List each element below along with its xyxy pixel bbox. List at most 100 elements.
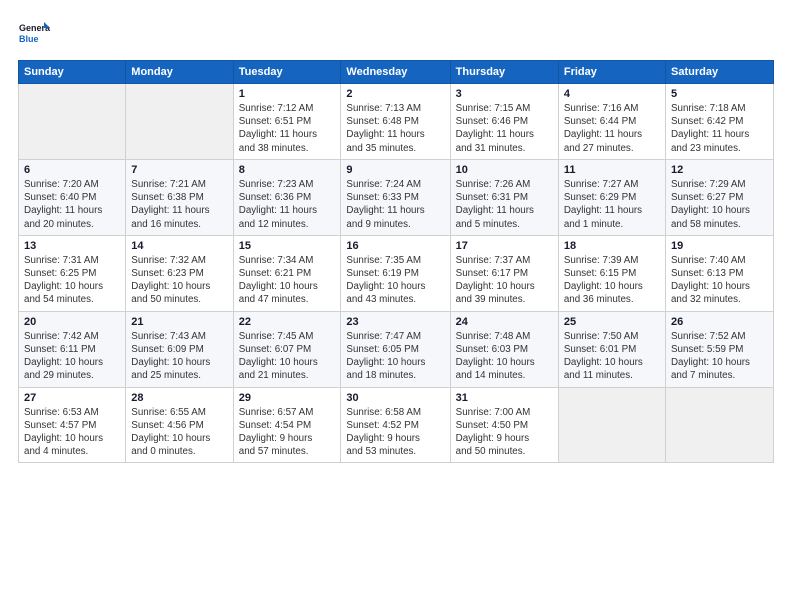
cell-3-6: 26 Sunrise: 7:52 AM Sunset: 5:59 PM Dayli… <box>665 311 773 387</box>
day-number: 7 <box>131 164 227 176</box>
day-number: 19 <box>671 240 768 252</box>
day-number: 24 <box>456 316 553 328</box>
week-row-4: 27Sunrise: 6:53 AM Sunset: 4:57 PM Dayli… <box>19 387 774 463</box>
day-number: 23 <box>346 316 444 328</box>
day-number: 26 <box>671 316 768 328</box>
col-saturday: Saturday <box>665 61 773 84</box>
cell-4-5 <box>558 387 665 463</box>
cell-content: Sunrise: 7:13 AM Sunset: 6:48 PM Dayligh… <box>346 102 444 155</box>
cell-4-4: 31Sunrise: 7:00 AM Sunset: 4:50 PM Dayli… <box>450 387 558 463</box>
cell-2-4: 17 Sunrise: 7:37 AM Sunset: 6:17 PM Dayli… <box>450 235 558 311</box>
cell-3-0: 20 Sunrise: 7:42 AM Sunset: 6:11 PM Dayli… <box>19 311 126 387</box>
cell-1-5: 11 Sunrise: 7:27 AM Sunset: 6:29 PM Dayli… <box>558 159 665 235</box>
cell-content: Sunrise: 6:55 AM Sunset: 4:56 PM Dayligh… <box>131 406 227 459</box>
day-number: 1 <box>239 88 336 100</box>
col-thursday: Thursday <box>450 61 558 84</box>
day-number: 29 <box>239 392 336 404</box>
col-sunday: Sunday <box>19 61 126 84</box>
week-row-3: 20 Sunrise: 7:42 AM Sunset: 6:11 PM Dayli… <box>19 311 774 387</box>
cell-content: Sunrise: 7:52 AM Sunset: 5:59 PM Dayligh… <box>671 330 768 383</box>
calendar-table: Sunday Monday Tuesday Wednesday Thursday… <box>18 60 774 463</box>
cell-content: Sunrise: 7:39 AM Sunset: 6:15 PM Dayligh… <box>564 254 660 307</box>
cell-content: Sunrise: 7:47 AM Sunset: 6:05 PM Dayligh… <box>346 330 444 383</box>
cell-content: Sunrise: 6:53 AM Sunset: 4:57 PM Dayligh… <box>24 406 120 459</box>
day-number: 2 <box>346 88 444 100</box>
page-header: General Blue <box>18 18 774 50</box>
day-number: 10 <box>456 164 553 176</box>
cell-content: Sunrise: 6:58 AM Sunset: 4:52 PM Dayligh… <box>346 406 444 459</box>
col-monday: Monday <box>126 61 233 84</box>
day-number: 30 <box>346 392 444 404</box>
cell-4-1: 28 Sunrise: 6:55 AM Sunset: 4:56 PM Dayli… <box>126 387 233 463</box>
day-number: 6 <box>24 164 120 176</box>
day-number: 17 <box>456 240 553 252</box>
day-number: 11 <box>564 164 660 176</box>
cell-4-6 <box>665 387 773 463</box>
cell-0-6: 5 Sunrise: 7:18 AM Sunset: 6:42 PM Daylig… <box>665 84 773 160</box>
cell-2-5: 18 Sunrise: 7:39 AM Sunset: 6:15 PM Dayli… <box>558 235 665 311</box>
day-number: 12 <box>671 164 768 176</box>
cell-2-0: 13Sunrise: 7:31 AM Sunset: 6:25 PM Dayli… <box>19 235 126 311</box>
cell-3-4: 24 Sunrise: 7:48 AM Sunset: 6:03 PM Dayli… <box>450 311 558 387</box>
cell-content: Sunrise: 7:16 AM Sunset: 6:44 PM Dayligh… <box>564 102 660 155</box>
cell-content: Sunrise: 7:43 AM Sunset: 6:09 PM Dayligh… <box>131 330 227 383</box>
cell-content: Sunrise: 7:18 AM Sunset: 6:42 PM Dayligh… <box>671 102 768 155</box>
cell-4-3: 30 Sunrise: 6:58 AM Sunset: 4:52 PM Dayli… <box>341 387 450 463</box>
cell-content: Sunrise: 7:27 AM Sunset: 6:29 PM Dayligh… <box>564 178 660 231</box>
cell-content: Sunrise: 7:48 AM Sunset: 6:03 PM Dayligh… <box>456 330 553 383</box>
cell-content: Sunrise: 7:45 AM Sunset: 6:07 PM Dayligh… <box>239 330 336 383</box>
cell-0-3: 2 Sunrise: 7:13 AM Sunset: 6:48 PM Daylig… <box>341 84 450 160</box>
day-number: 25 <box>564 316 660 328</box>
cell-2-2: 15 Sunrise: 7:34 AM Sunset: 6:21 PM Dayli… <box>233 235 341 311</box>
cell-1-2: 8 Sunrise: 7:23 AM Sunset: 6:36 PM Daylig… <box>233 159 341 235</box>
cell-content: Sunrise: 7:34 AM Sunset: 6:21 PM Dayligh… <box>239 254 336 307</box>
week-row-2: 13Sunrise: 7:31 AM Sunset: 6:25 PM Dayli… <box>19 235 774 311</box>
cell-content: Sunrise: 7:00 AM Sunset: 4:50 PM Dayligh… <box>456 406 553 459</box>
cell-1-6: 12 Sunrise: 7:29 AM Sunset: 6:27 PM Dayli… <box>665 159 773 235</box>
col-friday: Friday <box>558 61 665 84</box>
day-number: 15 <box>239 240 336 252</box>
day-number: 16 <box>346 240 444 252</box>
cell-1-3: 9 Sunrise: 7:24 AM Sunset: 6:33 PM Daylig… <box>341 159 450 235</box>
day-number: 8 <box>239 164 336 176</box>
cell-content: Sunrise: 7:42 AM Sunset: 6:11 PM Dayligh… <box>24 330 120 383</box>
col-wednesday: Wednesday <box>341 61 450 84</box>
day-number: 28 <box>131 392 227 404</box>
day-number: 18 <box>564 240 660 252</box>
cell-4-2: 29 Sunrise: 6:57 AM Sunset: 4:54 PM Dayli… <box>233 387 341 463</box>
day-number: 21 <box>131 316 227 328</box>
cell-content: Sunrise: 6:57 AM Sunset: 4:54 PM Dayligh… <box>239 406 336 459</box>
week-row-1: 6 Sunrise: 7:20 AM Sunset: 6:40 PM Daylig… <box>19 159 774 235</box>
cell-2-6: 19Sunrise: 7:40 AM Sunset: 6:13 PM Dayli… <box>665 235 773 311</box>
cell-1-1: 7Sunrise: 7:21 AM Sunset: 6:38 PM Daylig… <box>126 159 233 235</box>
week-row-0: 1 Sunrise: 7:12 AM Sunset: 6:51 PM Daylig… <box>19 84 774 160</box>
day-number: 20 <box>24 316 120 328</box>
cell-content: Sunrise: 7:35 AM Sunset: 6:19 PM Dayligh… <box>346 254 444 307</box>
day-number: 5 <box>671 88 768 100</box>
cell-1-0: 6 Sunrise: 7:20 AM Sunset: 6:40 PM Daylig… <box>19 159 126 235</box>
col-tuesday: Tuesday <box>233 61 341 84</box>
svg-text:Blue: Blue <box>19 34 39 44</box>
cell-2-3: 16 Sunrise: 7:35 AM Sunset: 6:19 PM Dayli… <box>341 235 450 311</box>
header-row: Sunday Monday Tuesday Wednesday Thursday… <box>19 61 774 84</box>
day-number: 9 <box>346 164 444 176</box>
logo: General Blue <box>18 18 50 50</box>
cell-4-0: 27Sunrise: 6:53 AM Sunset: 4:57 PM Dayli… <box>19 387 126 463</box>
cell-2-1: 14 Sunrise: 7:32 AM Sunset: 6:23 PM Dayli… <box>126 235 233 311</box>
day-number: 14 <box>131 240 227 252</box>
cell-content: Sunrise: 7:26 AM Sunset: 6:31 PM Dayligh… <box>456 178 553 231</box>
cell-3-2: 22Sunrise: 7:45 AM Sunset: 6:07 PM Dayli… <box>233 311 341 387</box>
cell-content: Sunrise: 7:20 AM Sunset: 6:40 PM Dayligh… <box>24 178 120 231</box>
cell-content: Sunrise: 7:12 AM Sunset: 6:51 PM Dayligh… <box>239 102 336 155</box>
cell-3-1: 21 Sunrise: 7:43 AM Sunset: 6:09 PM Dayli… <box>126 311 233 387</box>
day-number: 3 <box>456 88 553 100</box>
cell-0-1 <box>126 84 233 160</box>
cell-content: Sunrise: 7:29 AM Sunset: 6:27 PM Dayligh… <box>671 178 768 231</box>
cell-1-4: 10 Sunrise: 7:26 AM Sunset: 6:31 PM Dayli… <box>450 159 558 235</box>
cell-content: Sunrise: 7:32 AM Sunset: 6:23 PM Dayligh… <box>131 254 227 307</box>
day-number: 4 <box>564 88 660 100</box>
cell-content: Sunrise: 7:24 AM Sunset: 6:33 PM Dayligh… <box>346 178 444 231</box>
cell-content: Sunrise: 7:23 AM Sunset: 6:36 PM Dayligh… <box>239 178 336 231</box>
cell-content: Sunrise: 7:37 AM Sunset: 6:17 PM Dayligh… <box>456 254 553 307</box>
cell-content: Sunrise: 7:15 AM Sunset: 6:46 PM Dayligh… <box>456 102 553 155</box>
